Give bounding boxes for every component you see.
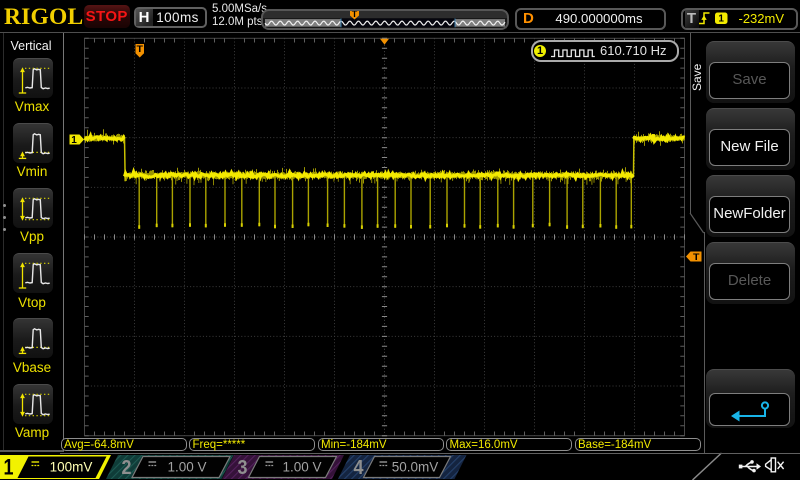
svg-text:2: 2 [122,457,132,479]
svg-text:T: T [137,44,144,55]
svg-text:3: 3 [238,457,248,479]
svg-text:T: T [693,252,700,263]
svg-text:50.0mV: 50.0mV [392,459,439,474]
svg-text:1.00 V: 1.00 V [282,459,321,474]
svg-text:1: 1 [71,135,77,146]
svg-text:4: 4 [354,457,365,479]
svg-text:1.00 V: 1.00 V [167,459,206,474]
svg-text:1: 1 [4,455,14,479]
svg-text:100mV: 100mV [50,459,93,474]
